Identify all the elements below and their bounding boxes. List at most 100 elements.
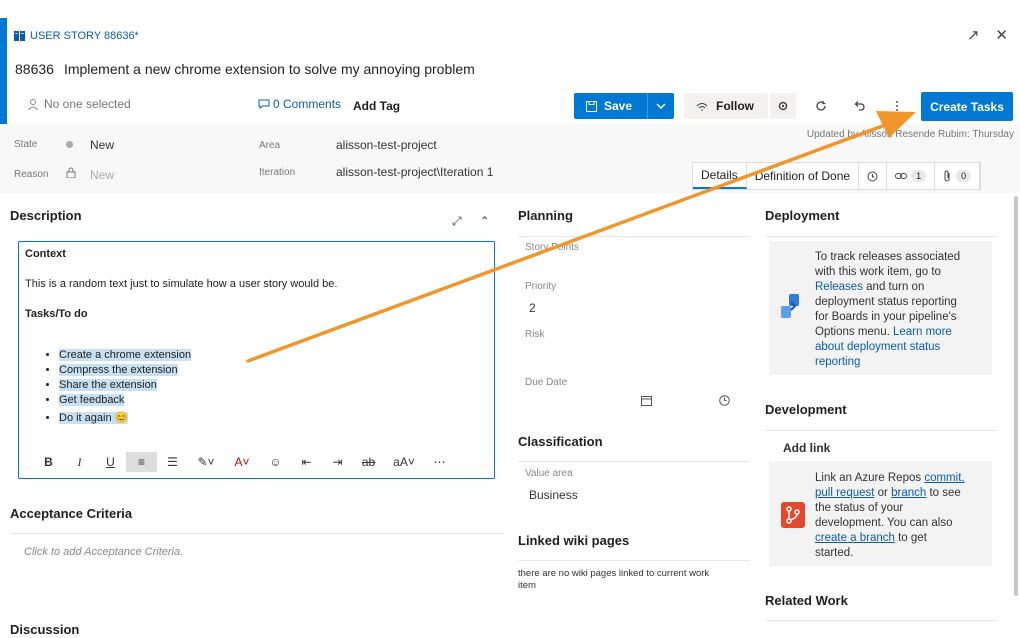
iteration-value[interactable]: alisson-test-project\Iteration 1: [336, 165, 493, 179]
context-heading: Context: [25, 248, 66, 260]
calendar-icon[interactable]: [641, 393, 652, 411]
pull-request-link[interactable]: pull request: [815, 487, 874, 499]
branch-link[interactable]: branch: [891, 487, 926, 499]
divider: [518, 560, 750, 561]
outdent-icon[interactable]: ⇤: [291, 452, 322, 472]
create-branch-link[interactable]: create a branch: [815, 532, 895, 544]
paperclip-icon: [944, 170, 950, 182]
value-area-value[interactable]: Business: [529, 488, 578, 502]
wiki-empty-text-2: item: [518, 580, 536, 591]
deployment-text: To track releases associated with this w…: [815, 251, 961, 368]
create-tasks-button[interactable]: Create Tasks: [921, 92, 1013, 121]
divider: [765, 236, 997, 237]
wifi-icon: [696, 102, 708, 111]
area-value[interactable]: alisson-test-project: [336, 138, 437, 152]
updated-by-text: Updated by Alisson Resende Rubim: Thursd…: [806, 129, 1014, 140]
list-item: Compress the extension: [59, 363, 191, 378]
classification-heading: Classification: [518, 434, 603, 449]
state-dot-icon: [66, 141, 73, 148]
save-dropdown-chevron-icon[interactable]: [648, 103, 674, 109]
divider: [765, 620, 997, 621]
undo-icon[interactable]: [846, 93, 872, 119]
title-row: 88636 Implement a new chrome extension t…: [15, 61, 475, 77]
releases-link[interactable]: Releases: [815, 281, 863, 293]
git-branch-icon: [781, 502, 805, 533]
fullscreen-icon[interactable]: ↗: [967, 26, 980, 44]
acceptance-heading: Acceptance Criteria: [10, 506, 133, 521]
history-icon: [867, 171, 878, 181]
more-actions-icon[interactable]: [884, 93, 910, 119]
tab-history[interactable]: [859, 163, 888, 189]
font-size-icon[interactable]: aA˅: [384, 452, 424, 472]
tab-links[interactable]: 1: [887, 163, 936, 189]
numbered-list-icon[interactable]: ☰: [157, 452, 188, 472]
font-color-icon[interactable]: A˅: [224, 452, 260, 472]
emoji-icon[interactable]: ☺: [260, 452, 291, 472]
tab-details[interactable]: Details: [693, 163, 747, 189]
collapse-chevron-icon[interactable]: ⌃: [480, 214, 490, 229]
tab-attachments[interactable]: 0: [935, 163, 981, 189]
work-item-form: { "header":{"type_label":"USER STORY 886…: [0, 0, 1020, 638]
comment-icon: [258, 99, 270, 109]
indent-icon[interactable]: ⇥: [322, 452, 353, 472]
comments-label: 0 Comments: [273, 97, 342, 111]
discussion-heading: Discussion: [10, 622, 80, 637]
commit-link[interactable]: commit,: [924, 472, 964, 484]
assignee-label: No one selected: [44, 97, 131, 111]
close-icon[interactable]: ✕: [995, 26, 1008, 44]
gear-icon[interactable]: [770, 93, 796, 119]
follow-button[interactable]: Follow: [684, 93, 768, 119]
development-text: Link an Azure Repos commit, pull request…: [815, 472, 965, 559]
reason-label: Reason: [14, 169, 49, 180]
clock-icon[interactable]: [719, 393, 730, 411]
work-item-type-label: USER STORY 88636*: [30, 30, 139, 42]
italic-icon[interactable]: I: [64, 452, 95, 472]
underline-icon[interactable]: U: [95, 452, 126, 472]
add-tag-button[interactable]: Add Tag: [353, 99, 400, 113]
state-value[interactable]: New: [90, 138, 114, 152]
links-count-badge: 1: [911, 170, 927, 182]
link-icon: [895, 173, 908, 179]
bullet-list-icon[interactable]: ≡: [126, 452, 157, 472]
tab-definition-of-done[interactable]: Definition of Done: [747, 163, 860, 189]
wiki-empty-text-1: there are no wiki pages linked to curren…: [518, 568, 710, 579]
state-label: State: [14, 139, 38, 150]
follow-label: Follow: [716, 99, 754, 113]
planning-heading: Planning: [518, 208, 573, 223]
scrollbar[interactable]: [1014, 196, 1018, 596]
task-list: Create a chrome extension Compress the e…: [59, 348, 192, 426]
work-item-title[interactable]: Implement a new chrome extension to solv…: [64, 61, 475, 77]
more-format-icon[interactable]: ⋯: [424, 452, 455, 472]
bold-icon[interactable]: B: [33, 452, 64, 472]
story-points-label: Story Points: [525, 242, 579, 253]
highlight-icon[interactable]: ✎˅: [188, 452, 224, 472]
divider: [518, 461, 750, 462]
divider: [518, 236, 750, 237]
due-date-label: Due Date: [525, 377, 568, 388]
rich-text-toolbar: B I U ≡ ☰ ✎˅ A˅ ☺ ⇤ ⇥ ab aA˅ ⋯: [33, 452, 455, 472]
description-editor[interactable]: Context This is a random text just to si…: [18, 241, 495, 479]
work-item-type[interactable]: USER STORY 88636*: [14, 30, 139, 42]
description-heading: Description: [10, 208, 82, 223]
add-link-button[interactable]: Add link: [783, 441, 830, 455]
assignee-picker[interactable]: No one selected: [28, 97, 131, 111]
attachments-count-badge: 0: [956, 170, 972, 182]
learn-more-link[interactable]: Learn more: [893, 326, 952, 338]
reason-value: New: [90, 168, 115, 182]
maximize-icon[interactable]: ⤢: [452, 214, 462, 229]
refresh-icon[interactable]: [808, 93, 834, 119]
form-tabs: Details Definition of Done 1 0: [692, 162, 982, 190]
priority-label: Priority: [525, 281, 557, 292]
list-item: Get feedback: [59, 393, 191, 408]
person-icon: [28, 98, 38, 110]
tasks-heading: Tasks/To do: [25, 308, 88, 320]
priority-value[interactable]: 2: [529, 301, 536, 315]
lock-icon: [66, 167, 76, 181]
linked-wiki-heading: Linked wiki pages: [518, 533, 630, 548]
divider: [765, 430, 997, 431]
strikethrough-icon[interactable]: ab: [353, 452, 384, 472]
save-button[interactable]: Save: [574, 93, 674, 119]
comments-link[interactable]: 0 Comments: [258, 97, 341, 111]
list-item: Do it again 😊: [59, 411, 191, 426]
acceptance-placeholder[interactable]: Click to add Acceptance Criteria.: [24, 546, 183, 558]
